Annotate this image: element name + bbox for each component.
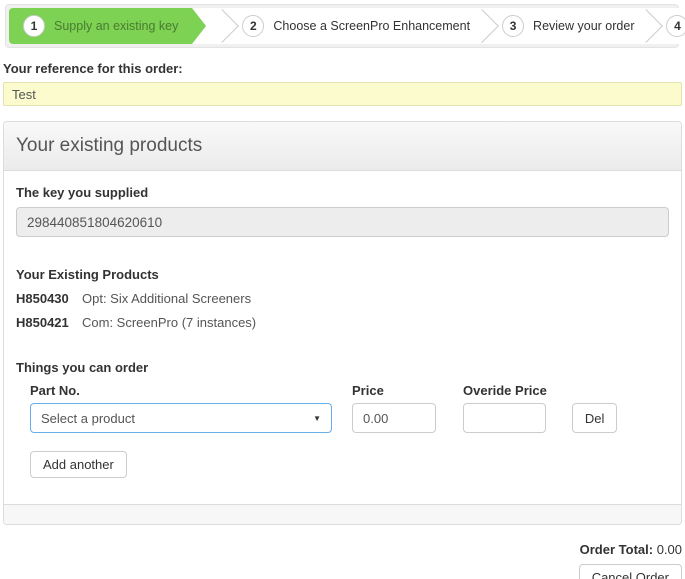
product-description: Opt: Six Additional Screeners [82,291,251,306]
product-description: Com: ScreenPro (7 instances) [82,315,256,330]
product-part-no: H850421 [16,315,82,330]
existing-products-panel: Your existing products The key you suppl… [3,121,682,525]
order-total-label: Order Total: [580,542,653,557]
chevron-down-icon: ▼ [313,414,321,423]
part-no-column: Part No. Select a product ▼ [30,383,332,433]
product-part-no: H850430 [16,291,82,306]
product-row: H850430 Opt: Six Additional Screeners [16,291,669,306]
step-1-label: Supply an existing key [54,19,178,33]
panel-title: Your existing products [4,122,681,171]
override-price-input[interactable] [463,403,546,433]
price-column: Price [352,383,436,433]
order-total-line: Order Total: 0.00 [3,542,682,557]
cancel-order-button[interactable]: Cancel Order [579,564,682,579]
wizard-step-2[interactable]: 2 Choose a ScreenPro Enhancement [228,8,484,44]
override-price-label: Overide Price [463,383,547,398]
order-line-row: Part No. Select a product ▼ Price Overid… [30,383,669,433]
step-3-badge: 3 [502,15,524,37]
reference-input[interactable] [3,82,682,106]
panel-footer [4,504,681,524]
product-select-value: Select a product [41,411,135,426]
wizard-step-1[interactable]: 1 Supply an existing key [9,8,192,44]
panel-body: The key you supplied Your Existing Produ… [4,171,681,504]
wizard-step-3[interactable]: 3 Review your order [488,8,648,44]
order-total-value: 0.00 [653,542,682,557]
add-another-button[interactable]: Add another [30,451,127,478]
order-wizard: 1 Supply an existing key 2 Choose a Scre… [5,4,679,48]
things-you-can-order-section: Things you can order Part No. Select a p… [16,360,669,433]
price-label: Price [352,383,436,398]
key-label: The key you supplied [16,185,669,200]
order-totals: Order Total: 0.00 Cancel Order [3,542,682,579]
step-3-label: Review your order [533,19,634,33]
step-2-badge: 2 [242,15,264,37]
step-2-label: Choose a ScreenPro Enhancement [273,19,470,33]
product-select[interactable]: Select a product ▼ [30,403,332,433]
step-4-badge: 4 [666,15,685,37]
price-input[interactable] [352,403,436,433]
step-1-badge: 1 [23,15,45,37]
override-price-column: Overide Price [463,383,547,433]
reference-label: Your reference for this order: [3,61,682,76]
existing-products-heading: Your Existing Products [16,267,669,282]
product-row: H850421 Com: ScreenPro (7 instances) [16,315,669,330]
supplied-key-input [16,207,669,237]
existing-products-list: Your Existing Products H850430 Opt: Six … [16,267,669,330]
delete-line-button[interactable]: Del [572,403,618,433]
order-section-heading: Things you can order [16,360,669,375]
part-no-label: Part No. [30,383,332,398]
wizard-steps: 1 Supply an existing key 2 Choose a Scre… [9,8,685,44]
